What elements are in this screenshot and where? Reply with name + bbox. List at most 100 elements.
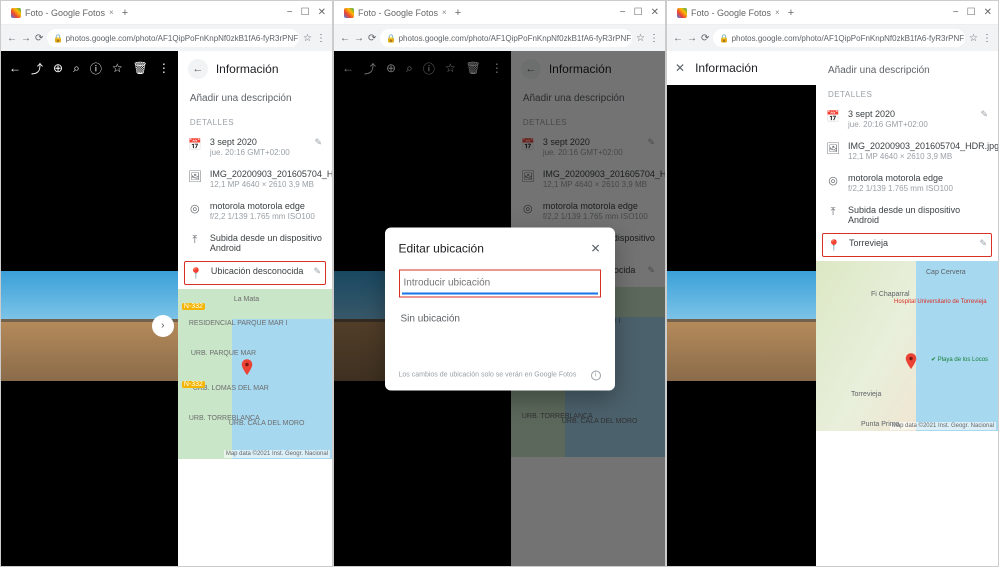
nav-forward-icon[interactable]: → xyxy=(354,33,364,44)
zoom-icon[interactable]: ⌕ xyxy=(73,61,80,76)
upload-icon: ⤒ xyxy=(188,234,202,247)
info-icon[interactable]: ⓘ xyxy=(90,60,102,77)
favicon-icon xyxy=(677,8,687,18)
map-label: La Mata xyxy=(233,295,260,304)
dialog-close-button[interactable]: ✕ xyxy=(590,241,600,255)
photo-viewer: ✕ Información xyxy=(667,51,816,566)
nav-reload-icon[interactable]: ⟳ xyxy=(35,33,43,44)
star-icon[interactable]: ☆ xyxy=(636,33,645,44)
edit-date-button[interactable]: ✎ xyxy=(314,137,322,148)
beach-label: ✔ Playa de los Locos xyxy=(931,356,988,363)
nav-back-icon[interactable]: ← xyxy=(673,33,683,44)
more-icon[interactable]: ⋮ xyxy=(158,61,170,75)
nav-forward-icon[interactable]: → xyxy=(21,33,31,44)
favorite-icon[interactable]: ☆ xyxy=(112,61,123,75)
info-panel: Añadir una descripción DETALLES 📅 3 sept… xyxy=(816,51,998,566)
delete-icon[interactable]: 🗑 xyxy=(133,61,148,75)
address-bar: ← → ⟳ 🔒 photos.google.com/photo/AF1QipPo… xyxy=(1,25,332,51)
info-header: ← Información xyxy=(178,51,332,87)
nav-back-icon[interactable]: ← xyxy=(340,33,350,44)
lock-icon: 🔒 xyxy=(53,34,63,43)
browser-menu-icon[interactable]: ⋮ xyxy=(649,33,659,44)
window-min-button[interactable]: − xyxy=(620,7,626,18)
window-close-button[interactable]: ✕ xyxy=(984,7,992,18)
close-icon[interactable]: ✕ xyxy=(675,61,685,75)
share-icon[interactable]: ⤴ xyxy=(31,60,43,77)
location-input[interactable] xyxy=(402,273,598,294)
viewer-toolbar: ✕ Información xyxy=(667,51,816,85)
map-label: Torrevieja xyxy=(851,391,881,398)
new-tab-icon[interactable]: + xyxy=(122,7,128,19)
date-row: 📅 3 sept 2020jue. 20:16 GMT+02:00 ✎ xyxy=(178,131,332,163)
nav-reload-icon[interactable]: ⟳ xyxy=(701,33,709,44)
info-circle-icon[interactable]: i xyxy=(591,370,601,380)
add-icon[interactable]: ⊕ xyxy=(53,61,63,75)
browser-menu-icon[interactable]: ⋮ xyxy=(982,33,992,44)
upload-text: Subida desde un dispositivo Android xyxy=(210,233,322,253)
star-icon[interactable]: ☆ xyxy=(303,33,312,44)
address-bar: ← → ⟳ 🔒 photos.google.com/photo/AF1QipPo… xyxy=(667,25,998,51)
window-3: Foto - Google Fotos × + − ☐ ✕ ← → ⟳ 🔒 ph… xyxy=(666,0,999,567)
window-close-button[interactable]: ✕ xyxy=(318,7,326,18)
nav-back-icon[interactable]: ← xyxy=(7,33,17,44)
map-preview[interactable]: Map data ©2021 Inst. Geogr. Nacional Cap… xyxy=(816,261,998,431)
edit-location-button[interactable]: ✎ xyxy=(979,238,987,249)
omnibox[interactable]: 🔒 photos.google.com/photo/AF1QipPoFnKnpN… xyxy=(47,29,299,47)
browser-tab[interactable]: Foto - Google Fotos × xyxy=(673,6,784,20)
browser-tab[interactable]: Foto - Google Fotos × xyxy=(340,6,451,20)
date-text: 3 sept 2020 xyxy=(210,137,307,147)
details-label: DETALLES xyxy=(178,110,332,131)
window-min-button[interactable]: − xyxy=(287,7,293,18)
upload-row: ⤒ Subida desde un dispositivo Android xyxy=(178,227,332,259)
lock-icon: 🔒 xyxy=(719,34,729,43)
window-max-button[interactable]: ☐ xyxy=(301,7,310,18)
content-area: ✕ Información Añadir una descripción DET… xyxy=(667,51,998,566)
date-row: 📅 3 sept 2020jue. 20:16 GMT+02:00 ✎ xyxy=(816,103,998,135)
location-row[interactable]: 📍 Torrevieja ✎ xyxy=(822,233,992,257)
content-area: ← ⤴ ⊕ ⌕ ⓘ ☆ 🗑 ⋮ › ← Información Añadir u… xyxy=(1,51,332,566)
arrow-left-icon: ← xyxy=(192,63,203,75)
tab-close-icon[interactable]: × xyxy=(775,8,780,17)
next-photo-button[interactable]: › xyxy=(152,315,174,337)
new-tab-icon[interactable]: + xyxy=(788,7,794,19)
nav-reload-icon[interactable]: ⟳ xyxy=(368,33,376,44)
omnibox[interactable]: 🔒 photos.google.com/photo/AF1QipPoFnKnpN… xyxy=(713,29,965,47)
camera-row: ◎ motorola motorola edgef/2,2 1/139 1.76… xyxy=(178,195,332,227)
location-row[interactable]: 📍 Ubicación desconocida ✎ xyxy=(184,261,326,285)
chevron-right-icon: › xyxy=(161,320,164,331)
edit-location-button[interactable]: ✎ xyxy=(313,266,321,277)
map-label: Fi Chaparral xyxy=(871,291,910,298)
no-location-option[interactable]: Sin ubicación xyxy=(399,307,601,330)
viewer-back-icon[interactable]: ← xyxy=(9,61,21,75)
description-input[interactable]: Añadir una descripción xyxy=(178,87,332,110)
edit-date-button[interactable]: ✎ xyxy=(980,109,988,120)
details-label: DETALLES xyxy=(816,82,998,103)
close-panel-button[interactable]: ← xyxy=(188,59,208,79)
map-attribution: Map data ©2021 Inst. Geogr. Nacional xyxy=(890,422,996,430)
hospital-label: Hospital Universitario de Torrevieja xyxy=(894,299,987,305)
browser-menu-icon[interactable]: ⋮ xyxy=(316,33,326,44)
window-max-button[interactable]: ☐ xyxy=(634,7,643,18)
info-panel: ← Información Añadir una descripción DET… xyxy=(178,51,332,566)
camera-icon: ◎ xyxy=(826,174,840,187)
description-input[interactable]: Añadir una descripción xyxy=(816,59,998,82)
new-tab-icon[interactable]: + xyxy=(455,7,461,19)
photo-image[interactable] xyxy=(667,271,816,381)
lock-icon: 🔒 xyxy=(386,34,396,43)
address-bar: ← → ⟳ 🔒 photos.google.com/photo/AF1QipPo… xyxy=(334,25,665,51)
window-min-button[interactable]: − xyxy=(953,7,959,18)
tab-close-icon[interactable]: × xyxy=(442,8,447,17)
omnibox[interactable]: 🔒 photos.google.com/photo/AF1QipPoFnKnpN… xyxy=(380,29,632,47)
browser-tab[interactable]: Foto - Google Fotos × xyxy=(7,6,118,20)
camera-icon: ◎ xyxy=(188,202,202,215)
location-icon: 📍 xyxy=(827,239,841,252)
edit-location-dialog: Editar ubicación ✕ Sin ubicación Los cam… xyxy=(385,227,615,390)
tab-close-icon[interactable]: × xyxy=(109,8,114,17)
nav-forward-icon[interactable]: → xyxy=(687,33,697,44)
window-close-button[interactable]: ✕ xyxy=(651,7,659,18)
tab-title: Foto - Google Fotos xyxy=(358,8,438,18)
info-title: Información xyxy=(216,62,279,76)
window-max-button[interactable]: ☐ xyxy=(967,7,976,18)
star-icon[interactable]: ☆ xyxy=(969,33,978,44)
map-preview[interactable]: Map data ©2021 Inst. Geogr. Nacional La … xyxy=(178,289,332,459)
